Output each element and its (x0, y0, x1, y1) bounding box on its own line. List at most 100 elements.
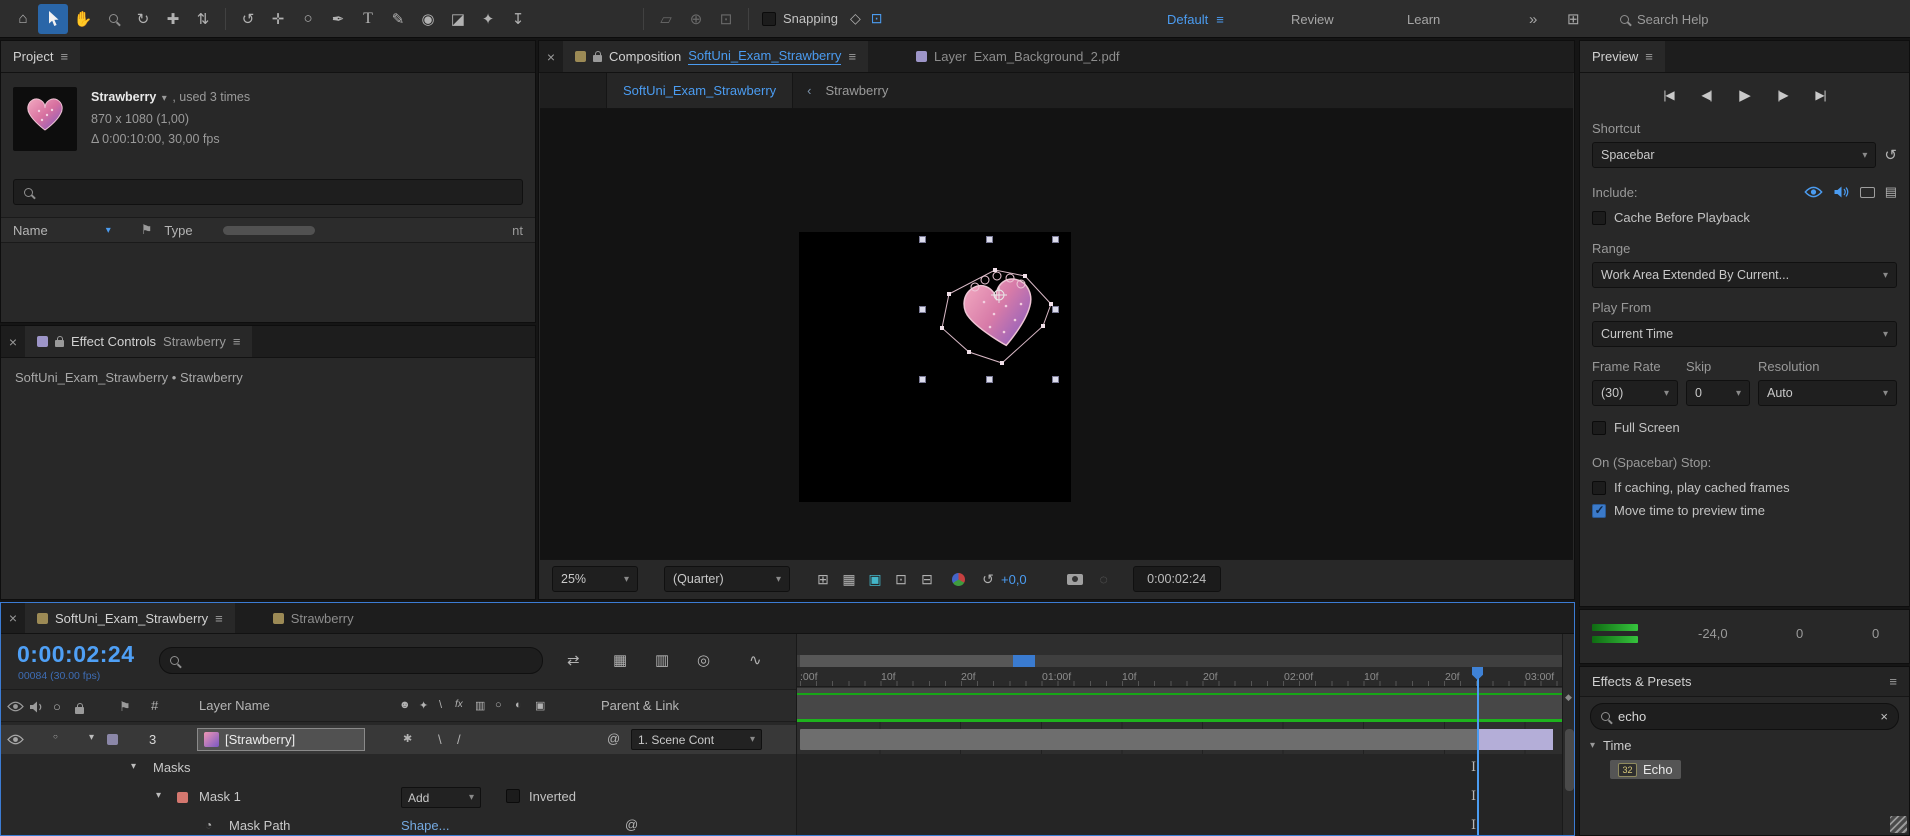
time-ruler[interactable]: :00f 10f 20f 01:00f 10f 20f 02:00f 10f 2… (797, 667, 1562, 687)
lock-icon[interactable] (55, 335, 64, 347)
full-screen-checkbox[interactable] (1592, 420, 1606, 435)
collapse-toggle[interactable]: ✱ (403, 732, 412, 745)
audio-column-speaker-icon[interactable] (29, 701, 45, 713)
shy-column-icon[interactable]: ☻ (399, 699, 411, 711)
column-parent-link[interactable]: Parent & Link (601, 698, 679, 713)
effect-controls-tab[interactable]: Effect Controls Strawberry ≡ (25, 326, 253, 357)
magnification-select[interactable]: 25% ▾ (552, 566, 638, 592)
previous-frame-button[interactable]: ◀| (1693, 83, 1721, 107)
home-tool-button[interactable]: ⌂ (8, 4, 38, 34)
category-twirl-icon[interactable]: ▾ (1590, 740, 1595, 751)
exposure-value[interactable]: +0,0 (1001, 572, 1027, 587)
sort-arrow-icon[interactable]: ▾ (106, 225, 111, 236)
column-name[interactable]: Name (13, 223, 48, 238)
keyframe-beam-icon[interactable]: I (1471, 789, 1476, 804)
snapshot-camera-icon[interactable] (1066, 573, 1083, 585)
snap-features-icon[interactable]: ⊡ (871, 10, 883, 27)
layer-color-chip[interactable] (107, 734, 118, 745)
cache-indicators-icon[interactable]: ▤ (1885, 184, 1897, 200)
selection-handle[interactable] (986, 376, 993, 383)
timeline-tab-inactive[interactable]: Strawberry (261, 603, 366, 633)
vertical-scrollbar-thumb[interactable] (1565, 729, 1574, 791)
if-caching-checkbox[interactable] (1592, 480, 1606, 495)
shape-tool-button[interactable]: ○ (293, 4, 323, 34)
last-frame-button[interactable]: ▶| (1807, 83, 1835, 107)
roto-brush-tool-button[interactable]: ✦ (473, 4, 503, 34)
mask-mode-select[interactable]: Add ▾ (401, 787, 481, 808)
pixel-aspect-button[interactable]: ⊟ (914, 567, 940, 591)
close-panel-icon[interactable]: × (539, 41, 563, 72)
panel-menu-icon[interactable]: ≡ (233, 334, 241, 349)
viewer-crumb[interactable]: Strawberry (826, 73, 889, 108)
panel-menu-icon[interactable]: ≡ (848, 49, 856, 64)
viewer-tab-active[interactable]: SoftUni_Exam_Strawberry (606, 73, 794, 108)
dolly-camera-tool-button[interactable]: ⇅ (188, 4, 218, 34)
parent-pickwhip-icon[interactable]: @ (607, 731, 620, 746)
mask-name[interactable]: Mask 1 (199, 789, 241, 804)
fx-column-icon[interactable]: fx (455, 699, 463, 710)
layer-viewer-tab[interactable]: Layer Exam_Background_2.pdf (904, 41, 1132, 72)
workspace-switcher-button[interactable]: ⊞ (1567, 0, 1580, 38)
close-panel-icon[interactable]: × (1, 326, 25, 357)
channel-select-icon[interactable] (952, 572, 965, 586)
workspace-tab-learn[interactable]: Learn (1407, 0, 1440, 38)
horizontal-scrollbar-thumb[interactable] (222, 225, 315, 235)
layer-twirl-icon[interactable]: ▾ (89, 732, 94, 743)
quality-column-icon[interactable]: \ (439, 699, 442, 711)
brush-tool-button[interactable]: ✎ (383, 4, 413, 34)
adjustment-column-icon[interactable]: ◐ (515, 699, 522, 711)
audio-slider-right-value[interactable]: 0 (1872, 626, 1879, 641)
frame-blending-icon[interactable]: ▥ (655, 651, 669, 669)
selection-handle[interactable] (919, 236, 926, 243)
quality-toggle[interactable]: \ (438, 732, 442, 747)
transparency-grid-button[interactable]: ▦ (836, 567, 862, 591)
mask-visibility-button[interactable]: ▣ (862, 567, 888, 591)
frame-blend-column-icon[interactable]: ▥ (475, 699, 485, 712)
view-axis-button[interactable]: ⊡ (711, 4, 741, 34)
layer-row-strawberry[interactable]: ○ ▾ 3 [Strawberry] ✱ \ / @ 1. Scene Cont… (1, 725, 796, 754)
clear-search-icon[interactable]: × (1880, 709, 1888, 724)
project-panel-tab[interactable]: Project ≡ (1, 41, 81, 72)
selection-tool-button[interactable] (38, 3, 68, 34)
workspace-tab-default[interactable]: Default ≡ (1167, 0, 1224, 38)
draft-3d-icon[interactable]: ▦ (613, 651, 627, 669)
stopwatch-icon[interactable]: ◔ (205, 818, 212, 832)
clone-stamp-tool-button[interactable]: ◉ (413, 4, 443, 34)
motion-blur-column-icon[interactable]: ○ (495, 699, 502, 711)
pan-behind-tool-button[interactable]: ✛ (263, 4, 293, 34)
work-area-bar[interactable] (797, 655, 1562, 667)
effects-presets-title[interactable]: Effects & Presets (1592, 674, 1691, 689)
play-button[interactable]: ▶ (1731, 83, 1759, 107)
keyframe-beam-icon[interactable]: I (1471, 760, 1476, 775)
rotation-tool-button[interactable]: ↺ (233, 4, 263, 34)
footage-name[interactable]: Strawberry (91, 90, 156, 104)
selection-handle[interactable] (1052, 306, 1059, 313)
solo-column-icon[interactable]: ○ (53, 699, 61, 714)
panel-menu-icon[interactable]: ≡ (60, 49, 68, 64)
orbit-camera-tool-button[interactable]: ↻ (128, 4, 158, 34)
cache-before-playback-checkbox[interactable] (1592, 210, 1606, 225)
layer-visibility-eye-icon[interactable] (7, 734, 24, 745)
play-from-select[interactable]: Current Time ▾ (1592, 321, 1897, 347)
preview-panel-tab[interactable]: Preview ≡ (1580, 41, 1665, 72)
masks-group-row[interactable]: ▾ Masks (1, 754, 796, 783)
project-search-field[interactable] (13, 179, 523, 205)
3d-column-icon[interactable]: ▣ (535, 699, 545, 712)
comp-marker-icon[interactable]: ◆ (1565, 692, 1572, 703)
help-search-field[interactable]: Search Help (1620, 0, 1900, 38)
mask-path-value-link[interactable]: Shape... (401, 818, 449, 833)
pan-camera-tool-button[interactable]: ✚ (158, 4, 188, 34)
footage-name-dropdown-icon[interactable]: ▾ (162, 93, 167, 104)
selection-handle[interactable] (1052, 236, 1059, 243)
snapping-checkbox[interactable] (762, 11, 776, 26)
strawberry-heart-shape[interactable] (961, 276, 1040, 353)
keyframe-beam-icon[interactable]: I (1471, 818, 1476, 833)
next-frame-button[interactable]: |▶ (1769, 83, 1797, 107)
workspace-overflow-button[interactable]: » (1529, 0, 1537, 38)
sampling-toggle[interactable]: / (457, 732, 461, 747)
selection-handle[interactable] (1052, 376, 1059, 383)
video-column-eye-icon[interactable] (7, 701, 24, 712)
selection-handle[interactable] (919, 376, 926, 383)
panel-menu-icon[interactable]: ≡ (1889, 674, 1897, 689)
workspace-tab-review[interactable]: Review (1291, 0, 1334, 38)
